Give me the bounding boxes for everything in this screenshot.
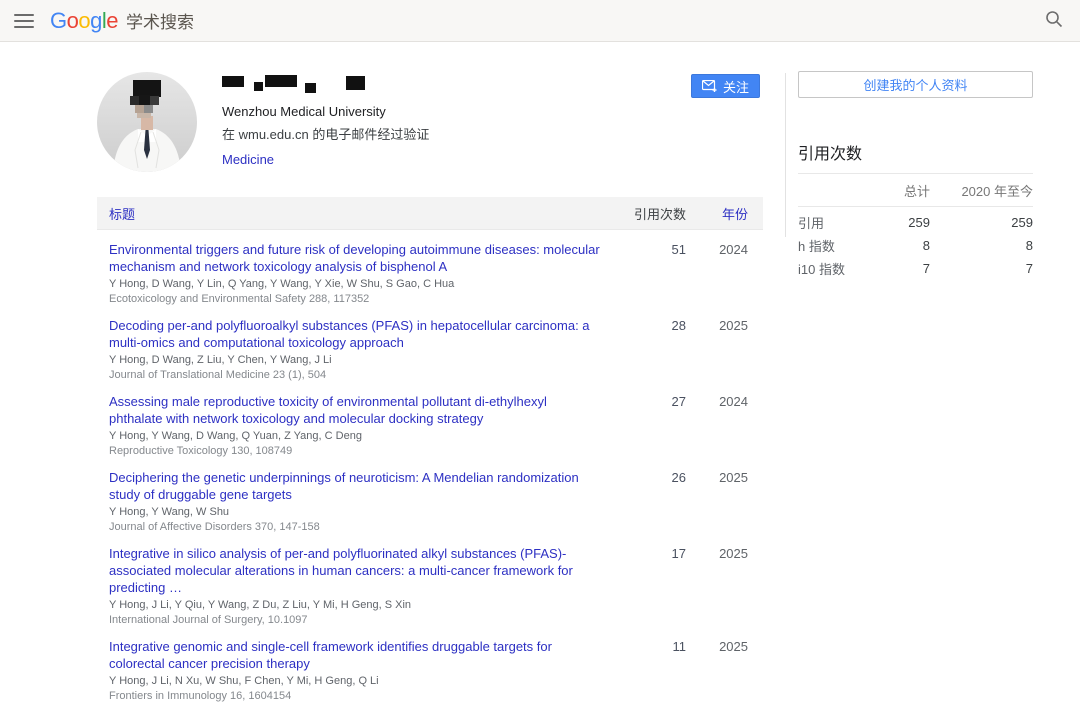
article-year: 2024 bbox=[686, 241, 748, 257]
article-venue: Frontiers in Immunology 16, 1604154 bbox=[109, 690, 602, 703]
article-row: Environmental triggers and future risk o… bbox=[97, 230, 763, 306]
profile-header: Wenzhou Medical University 在 wmu.edu.cn … bbox=[97, 70, 763, 185]
article-year: 2025 bbox=[686, 469, 748, 485]
citations-heading: 引用次数 bbox=[798, 140, 1033, 174]
article-authors: Y Hong, J Li, Y Qiu, Y Wang, Z Du, Z Liu… bbox=[109, 599, 602, 612]
article-title-link[interactable]: Environmental triggers and future risk o… bbox=[109, 241, 602, 275]
articles-table: 标题 引用次数 年份 Environmental triggers and fu… bbox=[97, 197, 763, 703]
google-scholar-logo[interactable]: Google 学术搜索 bbox=[50, 8, 194, 34]
mail-plus-icon bbox=[702, 80, 717, 92]
article-cited-link[interactable]: 51 bbox=[602, 241, 686, 257]
article-authors: Y Hong, Y Wang, D Wang, Q Yuan, Z Yang, … bbox=[109, 430, 602, 443]
article-cited-link[interactable]: 17 bbox=[602, 545, 686, 561]
article-venue: Journal of Translational Medicine 23 (1)… bbox=[109, 369, 602, 382]
sort-by-citations[interactable]: 引用次数 bbox=[602, 204, 686, 223]
col-total: 总计 bbox=[858, 174, 930, 207]
article-authors: Y Hong, Y Wang, W Shu bbox=[109, 506, 602, 519]
interest-link-medicine[interactable]: Medicine bbox=[222, 152, 274, 167]
article-row: Integrative in silico analysis of per-an… bbox=[97, 534, 763, 627]
article-year: 2025 bbox=[686, 638, 748, 654]
product-name: 学术搜索 bbox=[126, 8, 194, 33]
article-venue: Ecotoxicology and Environmental Safety 2… bbox=[109, 293, 602, 306]
article-venue: Journal of Affective Disorders 370, 147-… bbox=[109, 521, 602, 534]
search-icon[interactable] bbox=[1044, 9, 1064, 32]
stat-row-h-index: h 指数 8 8 bbox=[798, 234, 1033, 257]
article-row: Deciphering the genetic underpinnings of… bbox=[97, 458, 763, 534]
sort-by-year[interactable]: 年份 bbox=[686, 204, 748, 223]
article-row: Decoding per-and polyfluoroalkyl substan… bbox=[97, 306, 763, 382]
col-since: 2020 年至今 bbox=[930, 174, 1033, 207]
article-title-link[interactable]: Decoding per-and polyfluoroalkyl substan… bbox=[109, 317, 602, 351]
article-year: 2024 bbox=[686, 393, 748, 409]
article-year: 2025 bbox=[686, 317, 748, 333]
follow-button[interactable]: 关注 bbox=[691, 74, 760, 98]
stat-row-i10-index: i10 指数 7 7 bbox=[798, 257, 1033, 280]
affiliation: Wenzhou Medical University bbox=[222, 104, 429, 119]
create-profile-button[interactable]: 创建我的个人资料 bbox=[798, 71, 1033, 98]
article-row: Integrative genomic and single-cell fram… bbox=[97, 627, 763, 703]
sort-by-title[interactable]: 标题 bbox=[97, 204, 602, 223]
sidebar-divider bbox=[785, 73, 786, 237]
article-venue: Reproductive Toxicology 130, 108749 bbox=[109, 445, 602, 458]
articles-header-row: 标题 引用次数 年份 bbox=[97, 197, 763, 230]
article-title-link[interactable]: Integrative genomic and single-cell fram… bbox=[109, 638, 602, 672]
citations-table: 总计 2020 年至今 引用 259 259 h 指数 8 8 i10 指数 7 bbox=[798, 174, 1033, 280]
sidebar: 创建我的个人资料 引用次数 总计 2020 年至今 引用 259 259 h 指… bbox=[798, 71, 1033, 280]
article-title-link[interactable]: Assessing male reproductive toxicity of … bbox=[109, 393, 602, 427]
menu-icon[interactable] bbox=[14, 14, 34, 28]
email-verified: 在 wmu.edu.cn 的电子邮件经过验证 bbox=[222, 124, 429, 143]
citations-panel: 引用次数 总计 2020 年至今 引用 259 259 h 指数 8 8 bbox=[798, 140, 1033, 280]
article-row: Assessing male reproductive toxicity of … bbox=[97, 382, 763, 458]
stat-row-citations: 引用 259 259 bbox=[798, 207, 1033, 235]
google-logo: Google bbox=[50, 8, 118, 34]
article-title-link[interactable]: Integrative in silico analysis of per-an… bbox=[109, 545, 602, 596]
article-cited-link[interactable]: 27 bbox=[602, 393, 686, 409]
article-venue: International Journal of Surgery, 10.109… bbox=[109, 614, 602, 627]
article-title-link[interactable]: Deciphering the genetic underpinnings of… bbox=[109, 469, 602, 503]
article-year: 2025 bbox=[686, 545, 748, 561]
follow-label: 关注 bbox=[723, 77, 749, 96]
top-bar: Google 学术搜索 bbox=[0, 0, 1080, 42]
article-cited-link[interactable]: 26 bbox=[602, 469, 686, 485]
article-cited-link[interactable]: 28 bbox=[602, 317, 686, 333]
redacted-name-bars bbox=[222, 74, 429, 96]
article-authors: Y Hong, D Wang, Z Liu, Y Chen, Y Wang, J… bbox=[109, 354, 602, 367]
profile-photo bbox=[97, 72, 197, 172]
article-authors: Y Hong, J Li, N Xu, W Shu, F Chen, Y Mi,… bbox=[109, 675, 602, 688]
article-authors: Y Hong, D Wang, Y Lin, Q Yang, Y Wang, Y… bbox=[109, 278, 602, 291]
article-cited-link[interactable]: 11 bbox=[602, 638, 686, 654]
